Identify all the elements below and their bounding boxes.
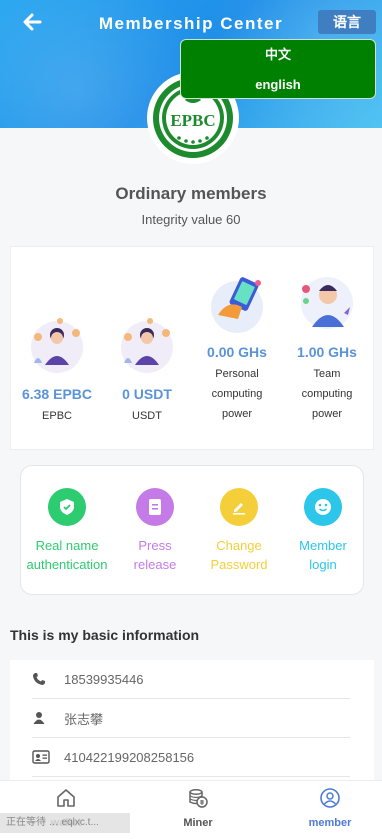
svg-text:EPBC: EPBC (170, 111, 215, 130)
id-card-icon (32, 750, 62, 764)
user-icon (32, 711, 62, 725)
stat-epbc-label: EPBC (42, 410, 72, 422)
integrity-value: Integrity value 60 (141, 212, 241, 227)
member-login-label: Member login (299, 538, 347, 572)
person-coins-illustration-icon (121, 318, 173, 373)
language-button[interactable]: 语言 (318, 10, 376, 34)
stat-epbc: 6.38 EPBC EPBC (13, 313, 101, 426)
press-release-label: Press release (133, 538, 177, 572)
pencil-icon (220, 488, 258, 526)
person-coins-illustration-icon (31, 318, 83, 373)
info-row-id: 410422199208258156 (32, 738, 350, 777)
stat-personal-power: 0.00 GHs Personal computing power (193, 271, 281, 424)
tab-miner[interactable]: Miner (158, 787, 238, 829)
real-name-authentication-button[interactable]: Real name authentication (19, 488, 115, 574)
home-icon (57, 789, 75, 807)
language-option-english[interactable]: english (181, 70, 375, 100)
stat-usdt-label: USDT (132, 410, 162, 422)
tab-member-label: member (308, 817, 352, 829)
language-option-chinese[interactable]: 中文 (181, 40, 375, 70)
tab-miner-label: Miner (183, 817, 213, 829)
loading-status-text: 正在等待 … eqlxc.t... (0, 813, 130, 833)
stat-epbc-value: 6.38 EPBC (21, 386, 93, 402)
phone-icon (32, 672, 62, 686)
tab-member[interactable]: member (290, 787, 370, 829)
info-name-value: 张志攀 (64, 711, 104, 727)
change-password-label: Change Password (210, 538, 268, 572)
member-level: Ordinary members (115, 184, 267, 203)
info-row-phone: 18539935446 (32, 660, 350, 699)
stat-personal-power-value: 0.00 GHs (207, 344, 267, 360)
actions-card: Real name authentication Press release Cha… (20, 465, 364, 595)
member-login-button[interactable]: Member login (275, 488, 371, 574)
stat-team-power-value: 1.00 GHs (297, 344, 357, 360)
shield-icon (48, 488, 86, 526)
coins-icon (189, 789, 208, 808)
change-password-button[interactable]: Change Password (191, 488, 287, 574)
basic-info-title: This is my basic information (10, 627, 200, 643)
stat-team-power-label: Team computing power (301, 368, 353, 420)
real-name-authentication-label: Real name authentication (26, 538, 108, 572)
stat-personal-power-label: Personal computing power (211, 368, 263, 420)
smiley-icon (304, 488, 342, 526)
stat-usdt: 0 USDT USDT (103, 313, 191, 426)
stat-usdt-value: 0 USDT (122, 386, 172, 402)
info-row-name: 张志攀 (32, 699, 350, 738)
member-icon (320, 788, 340, 808)
document-icon (136, 488, 174, 526)
language-menu: 中文 english (180, 39, 376, 99)
stats-card: 6.38 EPBC EPBC 0 USDT USDT 0.00 GHs Pers… (10, 246, 374, 450)
stat-team-power: 1.00 GHs Team computing power (283, 271, 371, 424)
phone-wallet-illustration-icon (211, 277, 263, 333)
info-phone-value: 18539935446 (64, 671, 144, 687)
basic-info-card: 18539935446 张志攀 410422199208258156 (10, 660, 374, 790)
team-person-illustration-icon (301, 277, 353, 329)
press-release-button[interactable]: Press release (107, 488, 203, 574)
info-id-value: 410422199208258156 (64, 749, 195, 765)
